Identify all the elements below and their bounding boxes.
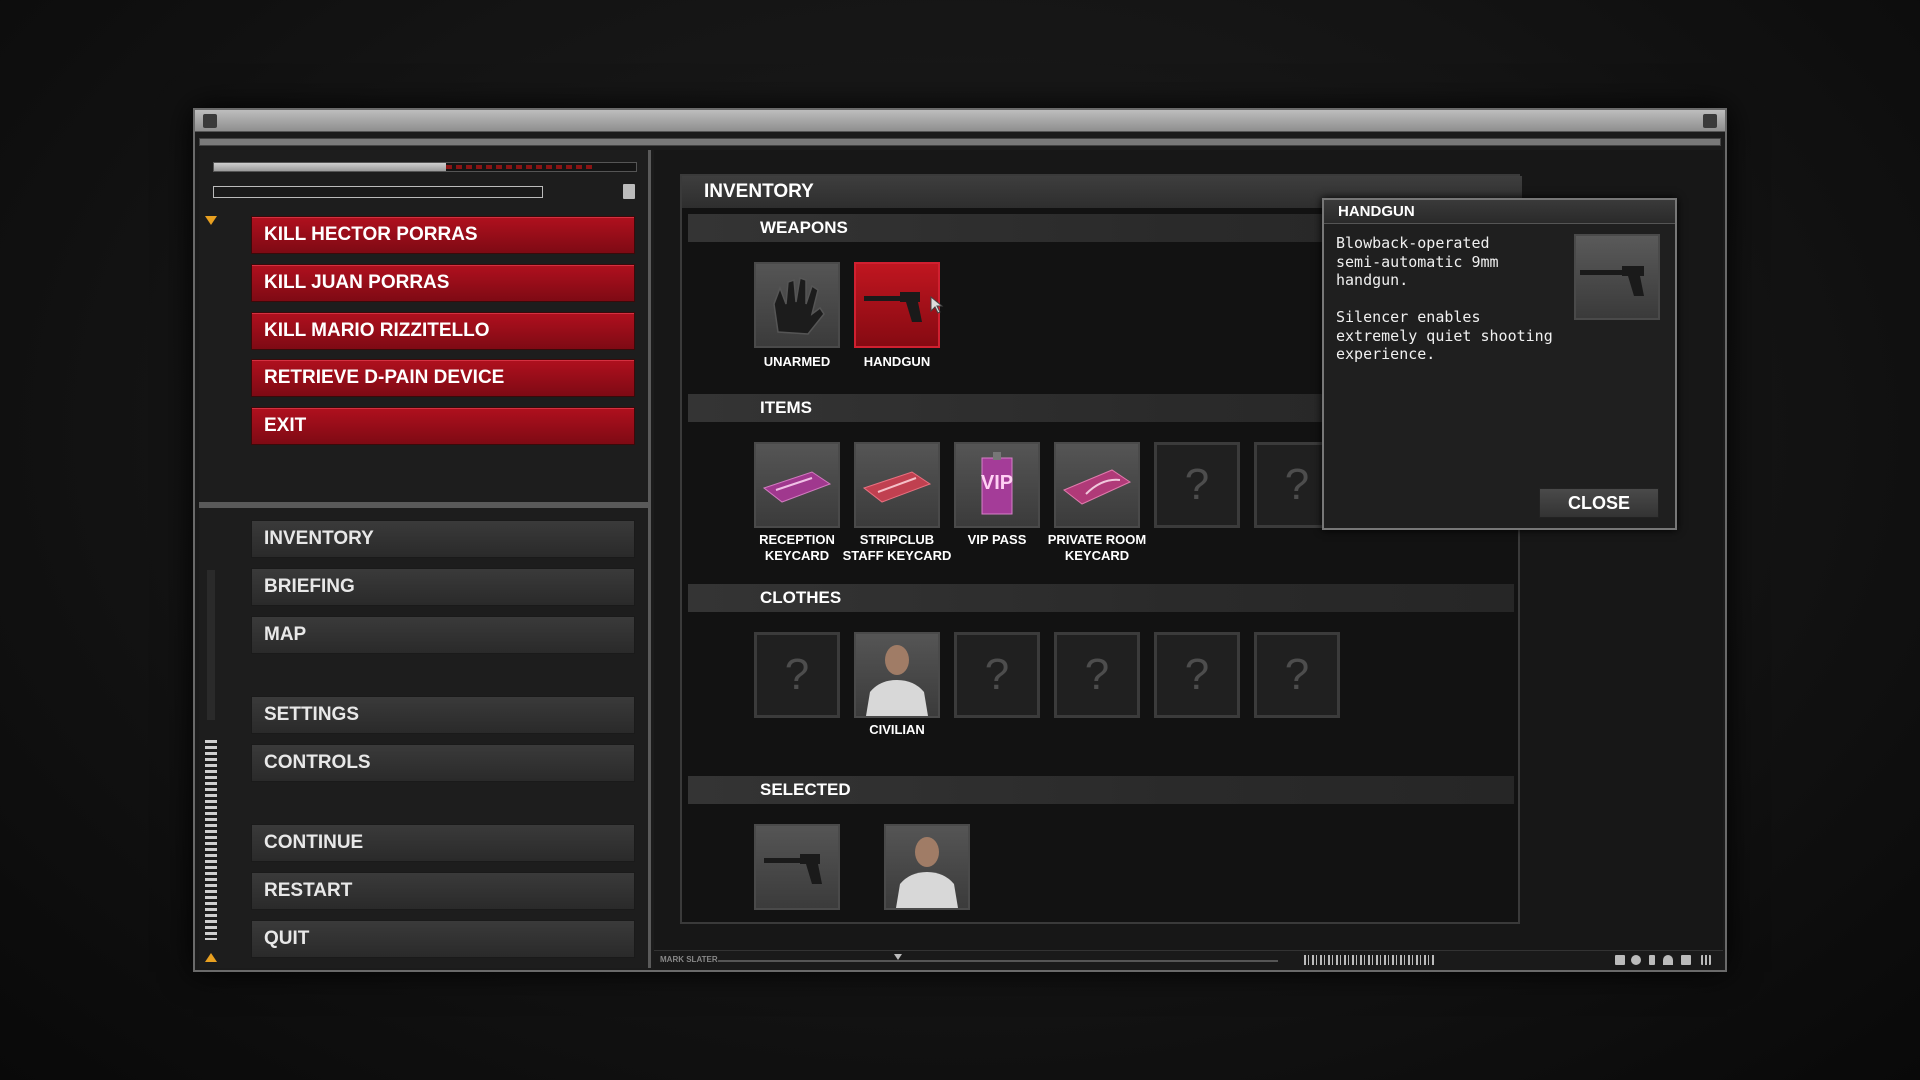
player-name-label: MARK SLATER — [660, 955, 718, 964]
glove-icon — [773, 277, 825, 335]
unknown-icon: ? — [1184, 460, 1210, 509]
scrollbar-thumb[interactable] — [207, 570, 215, 720]
selected-outfit-slot[interactable] — [884, 824, 970, 910]
tooltip-title: HANDGUN — [1324, 200, 1675, 224]
signal-icon[interactable] — [1663, 955, 1673, 965]
handgun-icon — [764, 854, 822, 884]
keycard-icon — [762, 471, 832, 503]
item-slot-reception-keycard[interactable] — [754, 442, 840, 528]
item-tooltip-handgun: HANDGUN Blowback-operated semi-automatic… — [1322, 198, 1677, 530]
unknown-icon: ? — [1184, 650, 1210, 699]
menu-settings-button[interactable]: SETTINGS — [251, 696, 635, 734]
gear-icon[interactable] — [1631, 955, 1641, 965]
item-slot-stripclub-staff-keycard[interactable] — [854, 442, 940, 528]
objective-kill-juan-porras[interactable]: KILL JUAN PORRAS — [251, 264, 635, 302]
item-label-vip-pass: VIP PASS — [967, 532, 1027, 547]
window-subbar — [199, 138, 1721, 146]
clothes-slot-empty[interactable]: ? — [1054, 632, 1140, 718]
menu-map-button[interactable]: MAP — [251, 616, 635, 654]
mouse-cursor-icon — [930, 296, 944, 314]
clothes-section-header: CLOTHES — [688, 584, 1514, 612]
weapon-label-handgun: HANDGUN — [863, 354, 931, 369]
weapon-slot-handgun[interactable] — [854, 262, 940, 348]
item-slot-vip-pass[interactable]: VIP — [954, 442, 1040, 528]
clothes-slot-empty[interactable]: ? — [954, 632, 1040, 718]
grid-icon[interactable] — [1701, 955, 1711, 965]
camera-icon[interactable] — [1681, 955, 1691, 965]
tooltip-close-button[interactable]: CLOSE — [1539, 488, 1659, 518]
tooltip-description: Blowback-operated semi-automatic 9mm han… — [1336, 234, 1553, 363]
scroll-down-arrow-icon[interactable] — [205, 216, 217, 225]
clothes-slot-empty[interactable]: ? — [754, 632, 840, 718]
left-menu-panel: KILL HECTOR PORRAS KILL JUAN PORRAS KILL… — [199, 150, 651, 968]
info-icon[interactable] — [1649, 955, 1655, 965]
profile-name-bar — [213, 186, 543, 198]
vip-badge-text: VIP — [980, 472, 1014, 494]
handgun-icon — [864, 292, 922, 322]
clothes-label-civilian: CIVILIAN — [869, 722, 925, 737]
menu-restart-button[interactable]: RESTART — [251, 872, 635, 910]
objective-exit[interactable]: EXIT — [251, 407, 635, 445]
item-slot-private-room-keycard[interactable] — [1054, 442, 1140, 528]
scrollbar-ticks — [205, 740, 217, 940]
user-icon[interactable] — [1615, 955, 1625, 965]
unknown-icon: ? — [1284, 650, 1310, 699]
objectives-divider — [199, 502, 651, 508]
document-icon — [1703, 114, 1717, 128]
tooltip-item-image — [1574, 234, 1660, 320]
clothes-slot-empty[interactable]: ? — [1254, 632, 1340, 718]
scroll-up-arrow-icon[interactable] — [205, 953, 217, 962]
civilian-outfit-icon — [866, 645, 928, 716]
menu-scrollbar[interactable] — [203, 210, 219, 962]
keycard-icon — [1063, 469, 1132, 505]
selected-weapon-slot[interactable] — [754, 824, 840, 910]
item-label-reception-keycard: RECEPTION KEYCARD — [759, 532, 835, 563]
status-marker-icon — [894, 954, 902, 960]
user-icon — [203, 114, 217, 128]
clothes-slot-empty[interactable]: ? — [1154, 632, 1240, 718]
objective-kill-mario-rizzitello[interactable]: KILL MARIO RIZZITELLO — [251, 312, 635, 350]
menu-controls-button[interactable]: CONTROLS — [251, 744, 635, 782]
barcode-decoration — [1304, 955, 1434, 965]
unknown-icon: ? — [1084, 650, 1110, 699]
notes-icon[interactable] — [623, 184, 635, 199]
mission-progress-bar — [213, 162, 637, 172]
item-label-private-room-keycard: PRIVATE ROOM KEYCARD — [1047, 532, 1147, 563]
menu-quit-button[interactable]: QUIT — [251, 920, 635, 958]
item-label-stripclub-staff-keycard: STRIPCLUB STAFF KEYCARD — [842, 532, 952, 563]
civilian-outfit-icon — [896, 837, 958, 908]
window-titlebar — [195, 110, 1725, 132]
objective-kill-hector-porras[interactable]: KILL HECTOR PORRAS — [251, 216, 635, 254]
handgun-icon — [1580, 266, 1644, 296]
unknown-icon: ? — [984, 650, 1010, 699]
status-line — [718, 960, 1278, 962]
item-slot-empty[interactable]: ? — [1154, 442, 1240, 528]
keycard-icon — [862, 471, 932, 503]
weapon-label-unarmed: UNARMED — [763, 354, 831, 369]
menu-continue-button[interactable]: CONTINUE — [251, 824, 635, 862]
objective-retrieve-d-pain-device[interactable]: RETRIEVE D-PAIN DEVICE — [251, 359, 635, 397]
menu-briefing-button[interactable]: BRIEFING — [251, 568, 635, 606]
bottom-status-bar: MARK SLATER — [654, 950, 1723, 970]
progress-fill — [214, 163, 447, 171]
menu-inventory-button[interactable]: INVENTORY — [251, 520, 635, 558]
unknown-icon: ? — [784, 650, 810, 699]
selected-section-header: SELECTED — [688, 776, 1514, 804]
weapon-slot-unarmed[interactable] — [754, 262, 840, 348]
progress-remaining — [446, 165, 596, 169]
clothes-slot-civilian[interactable] — [854, 632, 940, 718]
